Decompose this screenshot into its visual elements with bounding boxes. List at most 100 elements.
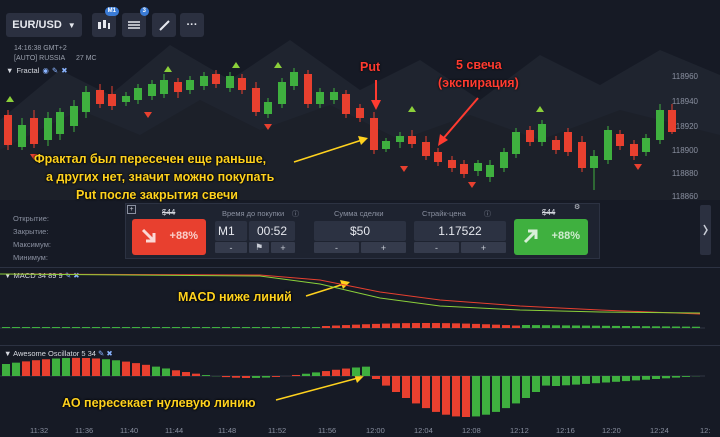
period-minus-button[interactable]: - [215, 242, 247, 253]
amount-field[interactable]: $50 [314, 221, 406, 241]
macd-bar [32, 327, 40, 328]
ao-bar [32, 360, 40, 376]
ao-bar [92, 358, 100, 376]
open-label: Открытие: [13, 214, 49, 223]
ao-bar [522, 376, 530, 398]
ao-bar [542, 376, 550, 386]
ao-bar [52, 358, 60, 376]
fractal-annotation-line1: Фрактал был пересечен еще раньше, [34, 152, 267, 166]
fractal-annotation-line2: а других нет, значит можно покупать [46, 170, 275, 184]
macd-bar [292, 327, 300, 328]
macd-bar [512, 325, 520, 328]
macd-chart [0, 273, 705, 329]
strike-field[interactable]: 1.17522 [414, 221, 506, 241]
ao-bar [332, 369, 340, 376]
macd-bar [22, 327, 30, 328]
ao-bar [102, 359, 110, 376]
low-label: Минимум: [13, 253, 48, 262]
time-tick: 11:48 [218, 426, 237, 435]
call-amount: $44 [542, 208, 556, 217]
ao-bar [602, 376, 610, 383]
macd-bar [252, 327, 260, 328]
strike-minus-button[interactable]: - [414, 242, 459, 253]
info-icon[interactable]: ⓘ [484, 209, 491, 219]
macd-bar [352, 324, 360, 328]
macd-bar [332, 325, 340, 328]
macd-bar [682, 326, 690, 328]
macd-bar [382, 323, 390, 328]
ao-bar [582, 376, 590, 384]
macd-bar [192, 327, 200, 328]
macd-bar [632, 326, 640, 328]
time-tick: 11:56 [318, 426, 337, 435]
strike-plus-button[interactable]: + [461, 242, 506, 253]
info-icon[interactable]: ⓘ [292, 209, 299, 219]
panel-toggle-icon[interactable]: + [127, 205, 136, 214]
ao-bar [652, 376, 660, 379]
ao-bar [322, 371, 330, 376]
macd-bar [212, 327, 220, 328]
macd-bar [412, 323, 420, 328]
ao-bar [342, 368, 350, 376]
ao-bar [112, 360, 120, 376]
macd-bar [222, 327, 230, 328]
ao-bar [262, 376, 270, 378]
amount-minus-button[interactable]: - [314, 242, 359, 253]
macd-bar [362, 324, 370, 328]
amount-plus-button[interactable]: + [361, 242, 406, 253]
put-button[interactable]: +88% [132, 219, 206, 255]
macd-bar [122, 327, 130, 328]
call-button[interactable]: +88% [514, 219, 588, 255]
macd-bar [232, 327, 240, 328]
macd-histogram [2, 323, 700, 328]
time-tick: 12:08 [462, 426, 481, 435]
ao-bar [422, 376, 430, 409]
macd-bar [612, 325, 620, 328]
time-plus-button[interactable]: + [271, 242, 295, 253]
countdown-field[interactable]: 00:52 [249, 221, 295, 241]
time-tick: 11:36 [75, 426, 94, 435]
macd-bar [592, 325, 600, 328]
macd-bar [152, 327, 160, 328]
time-tick: 11:52 [268, 426, 287, 435]
macd-bar [182, 327, 190, 328]
macd-bar [92, 327, 100, 328]
ao-bar [122, 361, 130, 376]
ao-bar [452, 376, 460, 417]
macd-bar [82, 327, 90, 328]
macd-bar [502, 325, 510, 328]
macd-bar [542, 325, 550, 328]
ao-bar [372, 376, 380, 379]
put-amount: $44 [162, 208, 176, 217]
macd-bar [262, 327, 270, 328]
candles5-annotation-line1: 5 свеча [456, 58, 502, 72]
macd-bar [322, 326, 330, 328]
candles5-annotation-line2: (экспирация) [438, 76, 519, 90]
ao-bar [352, 367, 360, 376]
flag-icon[interactable]: ⚑ [249, 242, 269, 253]
ao-bar [202, 375, 210, 376]
period-field[interactable]: M1 [215, 221, 247, 241]
time-tick: 12:24 [650, 426, 669, 435]
macd-bar [52, 327, 60, 328]
macd-bar [452, 323, 460, 328]
ao-bar [382, 376, 390, 386]
macd-bar [672, 326, 680, 328]
ao-bar [612, 376, 620, 382]
ao-bar [412, 376, 420, 404]
macd-bar [692, 326, 700, 328]
macd-bar [492, 324, 500, 328]
ao-bar [552, 376, 560, 386]
macd-bar [102, 327, 110, 328]
macd-bar [472, 323, 480, 328]
high-label: Максимум: [13, 240, 51, 249]
macd-annotation: MACD ниже линий [178, 290, 292, 304]
ao-bar [672, 376, 680, 378]
ao-chart [0, 357, 705, 417]
macd-bar [522, 325, 530, 328]
macd-bar [132, 327, 140, 328]
ao-bar [222, 376, 230, 378]
ao-bar [622, 376, 630, 382]
time-tick: 12:12 [510, 426, 529, 435]
settings-icon[interactable]: ⚙ [574, 203, 580, 211]
